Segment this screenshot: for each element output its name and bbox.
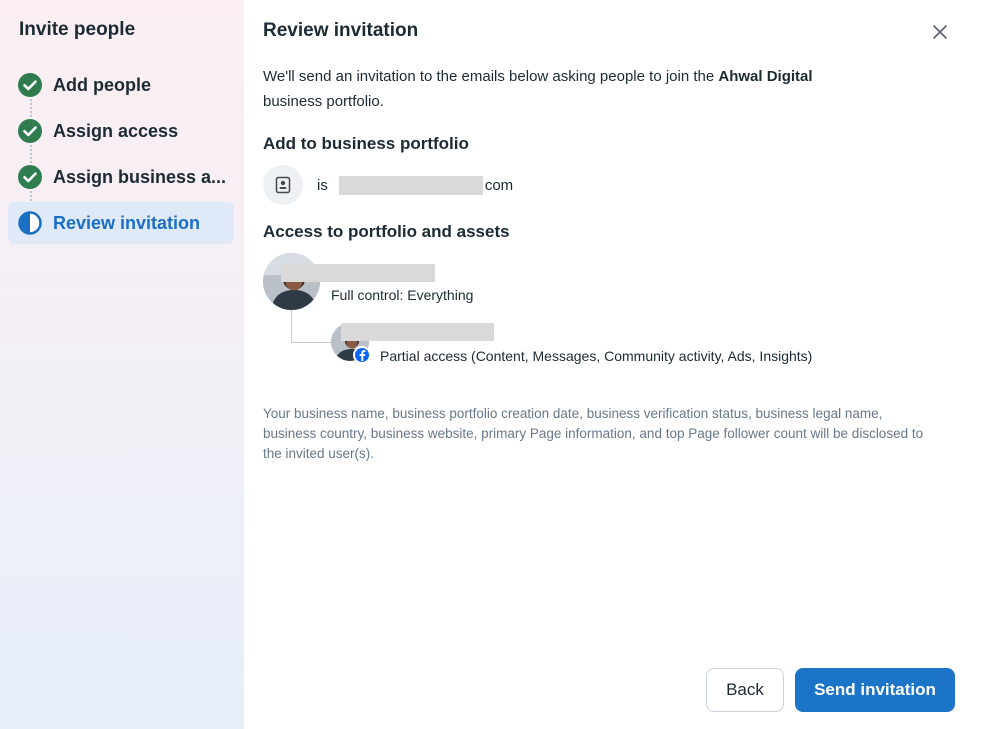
email-icon-wrap [263, 165, 303, 205]
email-row: is com [263, 165, 513, 205]
facebook-icon [353, 346, 371, 364]
tree-connector [291, 342, 331, 343]
redacted-email [338, 175, 483, 195]
email-suffix: com [484, 176, 514, 194]
dialog-title: Review invitation [263, 20, 419, 41]
step-add-people[interactable]: Add people [8, 64, 234, 106]
half-circle-icon [18, 211, 42, 235]
disclosure-text: Your business name, business portfolio c… [263, 406, 924, 461]
check-circle-icon [18, 73, 42, 97]
contact-card-icon [275, 176, 291, 194]
step-assign-business-assets[interactable]: Assign business a... [8, 156, 234, 198]
sidebar-title: Invite people [19, 19, 136, 40]
back-button[interactable]: Back [706, 668, 784, 712]
access-level: Full control: Everything [331, 287, 474, 303]
steps-sidebar: Invite people Add people Assign access A… [0, 0, 244, 729]
review-panel: Review invitation We'll send an invitati… [244, 0, 1000, 729]
step-label: Assign access [53, 120, 179, 141]
tree-connector [291, 310, 292, 343]
add-section-title: Add to business portfolio [263, 134, 469, 153]
access-level: Partial access (Content, Messages, Commu… [380, 348, 813, 364]
close-icon [933, 25, 947, 39]
redacted-page-name [341, 323, 494, 341]
business-name: Ahwal Digital [718, 68, 813, 85]
step-label: Add people [53, 74, 151, 95]
intro-text-start: We'll send an invitation to the emails b… [263, 68, 719, 85]
check-circle-icon [18, 119, 42, 143]
check-circle-icon [18, 165, 42, 189]
intro-text-end: business portfolio. [263, 93, 384, 110]
step-label: Review invitation [53, 212, 201, 233]
email-prefix: is [317, 176, 328, 194]
step-review-invitation[interactable]: Review invitation [8, 202, 234, 244]
step-label: Assign business a... [53, 166, 227, 187]
redacted-name [281, 264, 435, 282]
send-invitation-button[interactable]: Send invitation [795, 668, 955, 712]
invited-email: is com [317, 175, 514, 195]
intro-text: We'll send an invitation to the emails b… [263, 64, 943, 114]
close-button[interactable] [928, 20, 952, 44]
step-assign-access[interactable]: Assign access [8, 110, 234, 152]
access-section-title: Access to portfolio and assets [263, 222, 510, 241]
